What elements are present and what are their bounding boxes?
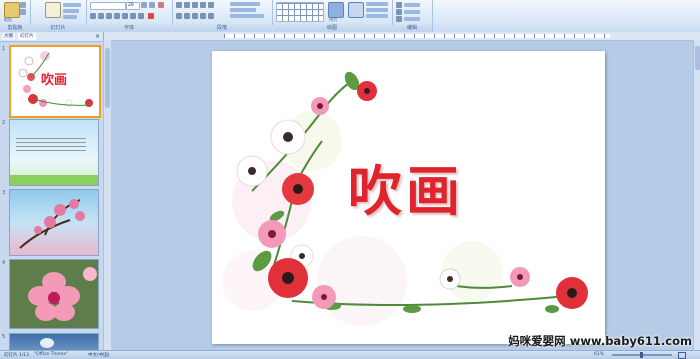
increase-indent-icon[interactable] (200, 2, 206, 8)
select-button[interactable] (404, 17, 420, 21)
slide-number: 5 (2, 334, 6, 340)
shadow-icon[interactable] (122, 13, 128, 19)
bullets-icon[interactable] (176, 2, 182, 8)
shape-outline-button[interactable] (366, 8, 388, 12)
align-left-icon[interactable] (176, 13, 182, 19)
grow-font-icon[interactable] (141, 2, 147, 8)
arrange-icon[interactable] (328, 2, 344, 18)
replace-icon[interactable] (396, 9, 402, 15)
arrange-label[interactable]: 排列 (329, 17, 337, 23)
panel-scroll-thumb[interactable] (105, 48, 110, 108)
slides-panel: 大纲 幻灯片 × 1 吹画 2 3 4 5 (0, 32, 104, 351)
slide-thumbnail-4[interactable] (9, 259, 99, 329)
replace-button[interactable] (404, 10, 420, 14)
case-icon[interactable] (138, 13, 144, 19)
slide-scrollbar[interactable] (693, 40, 700, 350)
quick-styles-icon[interactable] (348, 2, 364, 18)
slide-canvas[interactable]: 吹画 (212, 51, 605, 344)
justify-icon[interactable] (200, 13, 206, 19)
pink-flower-icon (28, 267, 97, 321)
clear-format-icon[interactable] (158, 2, 164, 8)
font-name-dropdown[interactable] (90, 2, 126, 10)
blossom-tree-icon (19, 199, 85, 249)
font-color-icon[interactable] (148, 13, 154, 19)
group-label-slides: 幻灯片 (30, 25, 86, 32)
panel-scrollbar[interactable] (103, 40, 111, 350)
site-watermark: 妈咪爱婴网 www.baby611.com (508, 334, 692, 348)
language[interactable]: 中文(中国) (88, 352, 110, 358)
close-panel-icon[interactable]: × (95, 33, 100, 40)
theme-name: "Office Theme" (34, 352, 69, 357)
paragraph-group: 段落 (172, 0, 273, 32)
tab-slides[interactable]: 幻灯片 (18, 33, 36, 40)
group-label-drawing: 绘图 (272, 25, 392, 32)
columns-icon[interactable] (208, 13, 214, 19)
slide-thumbnail-1[interactable]: 吹画 (9, 45, 101, 118)
new-slide-icon[interactable] (45, 2, 61, 18)
layout-button[interactable] (63, 3, 81, 7)
align-right-icon[interactable] (192, 13, 198, 19)
spacing-icon[interactable] (130, 13, 136, 19)
slide-title[interactable]: 吹画 (348, 147, 464, 226)
font-size-dropdown[interactable]: 28 (126, 2, 140, 10)
bold-icon[interactable] (90, 13, 96, 19)
slide-info: 幻灯片 1/13 (4, 353, 30, 358)
find-button[interactable] (404, 3, 420, 7)
font-size-value: 28 (128, 3, 134, 8)
find-icon[interactable] (396, 2, 402, 8)
reset-button[interactable] (63, 9, 79, 13)
line-spacing-icon[interactable] (208, 2, 214, 8)
editing-group: 编辑 (392, 0, 433, 32)
numbering-icon[interactable] (184, 2, 190, 8)
thumb1-title: 吹画 (41, 73, 68, 88)
slide-scroll-thumb[interactable] (695, 46, 700, 70)
delete-button[interactable] (63, 15, 77, 19)
group-label-font: 字体 (86, 25, 172, 32)
slide-number: 2 (2, 120, 6, 126)
shape-effects-button[interactable] (366, 14, 388, 18)
align-text-button[interactable] (230, 8, 256, 12)
shapes-gallery[interactable] (276, 2, 324, 22)
slide-thumbnail-5[interactable] (9, 333, 99, 351)
drawing-group: 排列 绘图 (272, 0, 393, 32)
smartart-button[interactable] (230, 14, 264, 18)
slide-thumbnail-3[interactable] (9, 189, 99, 256)
cut-icon[interactable] (20, 2, 26, 8)
group-label-clipboard: 剪贴板 (0, 25, 30, 32)
thumb2-text-lines (16, 138, 86, 152)
font-group: 28 字体 (86, 0, 173, 32)
zoom-level[interactable]: 61% (594, 352, 604, 357)
horizontal-ruler[interactable] (104, 32, 700, 41)
slide-number: 1 (2, 46, 6, 52)
slide-number: 4 (2, 260, 6, 266)
underline-icon[interactable] (106, 13, 112, 19)
copy-icon[interactable] (20, 9, 26, 15)
thumb5-flower (40, 338, 54, 348)
slide-thumbnail-2[interactable] (9, 119, 99, 186)
ribbon: 粘贴 剪贴板 幻灯片 28 字体 段落 排列 绘图 编辑 (0, 0, 700, 33)
slide-number: 3 (2, 190, 6, 196)
slides-group: 幻灯片 (30, 0, 87, 32)
slide-workspace: 吹画 (111, 41, 693, 350)
italic-icon[interactable] (98, 13, 104, 19)
group-label-paragraph: 段落 (172, 25, 272, 32)
decrease-indent-icon[interactable] (192, 2, 198, 8)
text-direction-button[interactable] (230, 2, 260, 6)
group-label-editing: 编辑 (392, 25, 432, 32)
align-center-icon[interactable] (184, 13, 190, 19)
panel-tabs: 大纲 幻灯片 × (0, 32, 103, 42)
thumb2-grass (10, 175, 98, 185)
ruler-scale (224, 34, 610, 38)
clipboard-group: 粘贴 剪贴板 (0, 0, 31, 32)
strikethrough-icon[interactable] (114, 13, 120, 19)
select-icon[interactable] (396, 16, 402, 22)
zoom-slider-thumb[interactable] (640, 352, 643, 358)
shape-fill-button[interactable] (366, 2, 388, 6)
tab-outline[interactable]: 大纲 (2, 33, 15, 40)
shrink-font-icon[interactable] (149, 2, 155, 8)
paste-label[interactable]: 粘贴 (4, 17, 12, 23)
paste-icon[interactable] (4, 2, 20, 18)
